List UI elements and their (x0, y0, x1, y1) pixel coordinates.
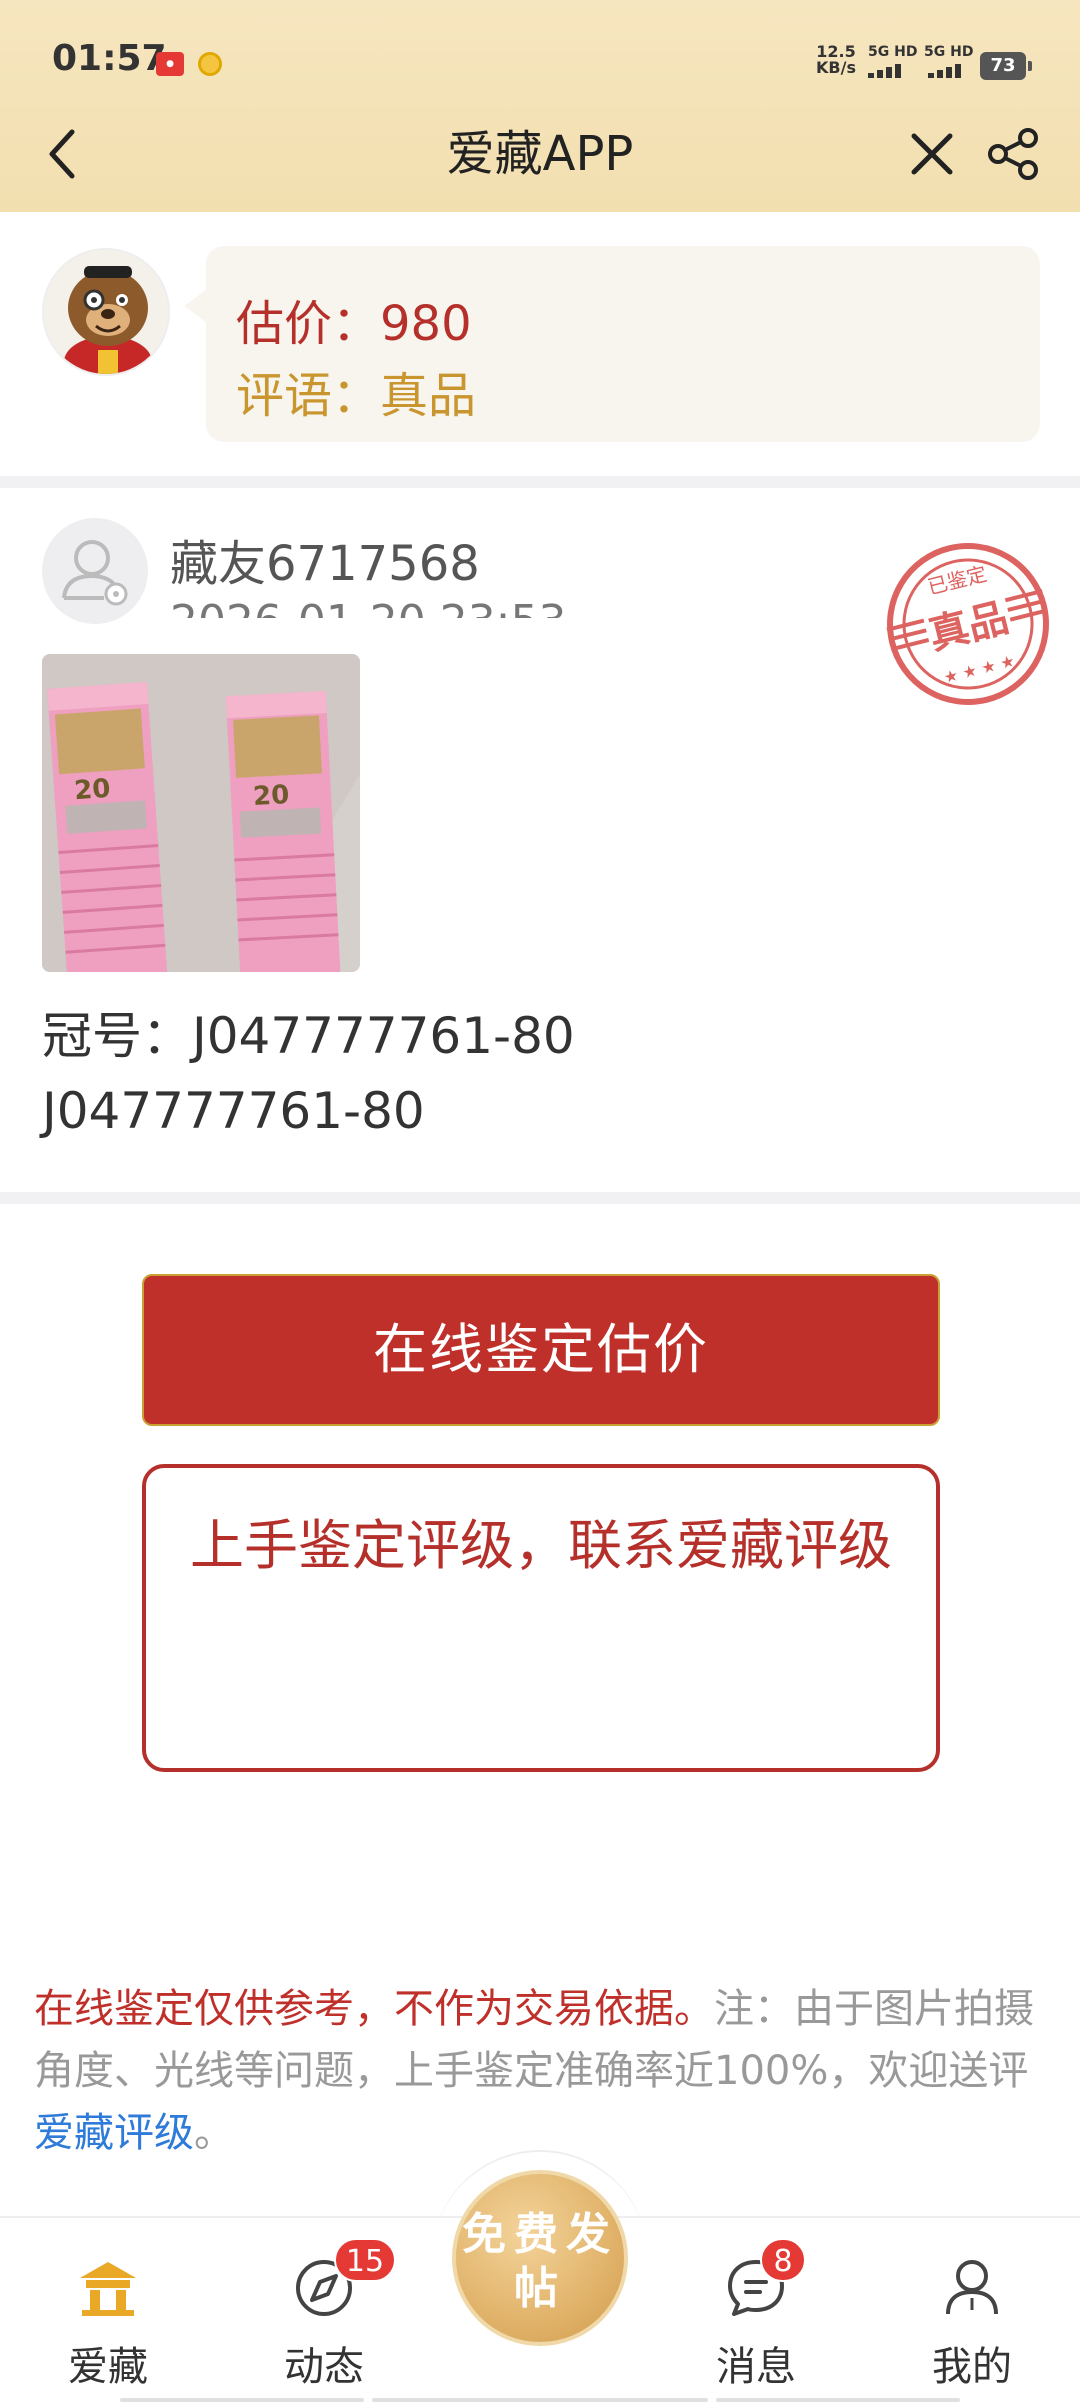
section-divider (0, 1192, 1080, 1204)
stamp-main-text: 真品 (924, 595, 1013, 659)
post-card: 藏友6717568 2026-01-20 23:53 已鉴定 真品 ★ ★ ★ … (0, 488, 1080, 1192)
nav-indicator (716, 2398, 960, 2402)
profile-icon (946, 2260, 998, 2315)
user-avatar[interactable] (42, 518, 148, 624)
tab-home[interactable]: 爱藏 (8, 2238, 208, 2398)
authentic-stamp: 已鉴定 真品 ★ ★ ★ ★ (880, 536, 1056, 712)
free-post-button[interactable]: 免费发帖 (452, 2170, 628, 2346)
tab-me-label: 我的 (932, 2344, 1012, 2390)
post-username[interactable]: 藏友6717568 (170, 524, 480, 594)
close-icon (911, 133, 953, 175)
user-icon (62, 540, 128, 606)
stamp-top-text: 已鉴定 (925, 561, 989, 599)
serial-number-line-1: 冠号：J047777761-80 (42, 1007, 575, 1065)
signal-2-icon (928, 62, 970, 78)
tab-feed[interactable]: 15 动态 (224, 2238, 424, 2398)
appraiser-avatar (42, 248, 170, 376)
tab-home-label: 爱藏 (68, 2344, 148, 2390)
home-icon (80, 2262, 136, 2316)
tab-messages[interactable]: 8 消息 (656, 2238, 856, 2398)
battery-icon: 73 (980, 52, 1032, 80)
tab-messages-label: 消息 (716, 2344, 796, 2390)
disclaimer-text: 在线鉴定仅供参考，不作为交易依据。注：由于图片拍摄角度、光线等问题，上手鉴定准确… (34, 1978, 1050, 2164)
signal-1-icon (868, 62, 910, 78)
app-notification-icon: ● (156, 52, 184, 76)
top-bar: 01:57 ● 12.5 KB/s 5G HD 5G HD 73 爱藏APP (0, 0, 1080, 212)
estimate-price: 估价：980 (236, 296, 472, 352)
post-timestamp: 2026-01-20 23:53 (170, 592, 567, 618)
share-icon (988, 128, 1038, 180)
feed-badge: 15 (334, 2238, 396, 2282)
tab-me[interactable]: 我的 (872, 2238, 1072, 2398)
close-button[interactable] (904, 124, 960, 184)
grading-link[interactable]: 爱藏评级 (34, 2110, 194, 2156)
svg-text:20: 20 (73, 774, 111, 806)
battery-level: 73 (990, 55, 1016, 76)
svg-text:★ ★ ★ ★: ★ ★ ★ ★ (942, 651, 1017, 687)
status-time: 01:57 (52, 38, 167, 79)
nav-indicator (372, 2398, 708, 2402)
serial-number-line-2: J047777761-80 (42, 1082, 425, 1140)
section-divider (0, 476, 1080, 488)
signal-1-label: 5G HD (868, 44, 918, 60)
verified-stamp-icon: 已鉴定 真品 ★ ★ ★ ★ (886, 543, 1049, 705)
page: 01:57 ● 12.5 KB/s 5G HD 5G HD 73 爱藏APP 估… (0, 0, 1080, 2408)
svg-text:20: 20 (252, 780, 290, 812)
mascot-icon (44, 250, 168, 374)
disclaimer-end: 。 (194, 2110, 234, 2156)
online-appraisal-button[interactable]: 在线鉴定估价 (142, 1274, 940, 1426)
messages-badge: 8 (760, 2238, 806, 2282)
share-button[interactable] (984, 124, 1044, 184)
appraisal-comment: 评语：真品 (236, 368, 477, 424)
net-speed-unit: KB/s (816, 58, 856, 77)
net-speed: 12.5 KB/s (816, 44, 856, 76)
appraisal-bubble: 估价：980 评语：真品 (184, 246, 1040, 442)
appraisal-card: 估价：980 评语：真品 (0, 212, 1080, 476)
banknote-image: 20 20 (42, 654, 360, 972)
tab-feed-label: 动态 (284, 2344, 364, 2390)
status-bar: 01:57 ● 12.5 KB/s 5G HD 5G HD 73 (0, 0, 1080, 120)
signal-2-label: 5G HD (924, 44, 974, 60)
coin-notification-icon (198, 52, 222, 76)
disclaimer-warning: 在线鉴定仅供参考，不作为交易依据。 (34, 1986, 714, 2032)
hands-on-grading-button[interactable]: 上手鉴定评级，联系爱藏评级 (142, 1464, 940, 1772)
nav-indicator (120, 2398, 364, 2402)
banknote-photo[interactable]: 20 20 (42, 654, 360, 972)
